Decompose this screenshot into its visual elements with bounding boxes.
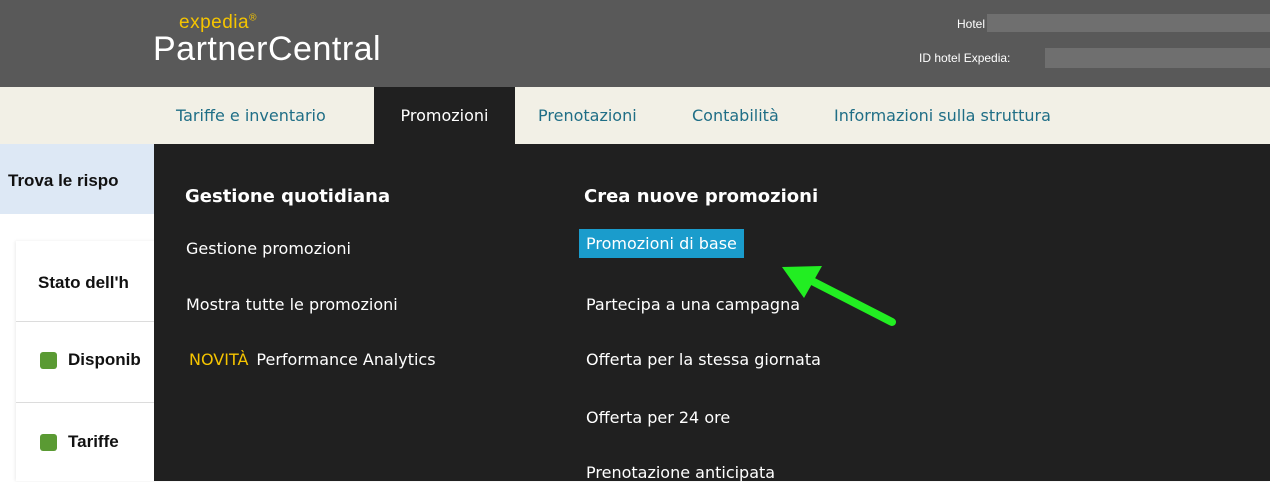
main-nav: Tariffe e inventario Promozioni Prenotaz…	[0, 87, 1270, 144]
hotel-id-label: ID hotel Expedia:	[919, 51, 1011, 65]
nav-tariffe-inventario[interactable]: Tariffe e inventario	[176, 87, 326, 144]
same-day-offer-link[interactable]: Offerta per la stessa giornata	[586, 350, 821, 369]
top-header: expedia® PartnerCentral Hotel ID hotel E…	[0, 0, 1270, 87]
create-promotions-heading: Crea nuove promozioni	[584, 186, 819, 207]
join-campaign-link[interactable]: Partecipa a una campagna	[586, 295, 800, 314]
redacted-hotel-name	[987, 14, 1270, 32]
performance-analytics-link[interactable]: NOVITÀ Performance Analytics	[189, 350, 436, 369]
nav-contabilita[interactable]: Contabilità	[692, 87, 779, 144]
nav-promozioni[interactable]: Promozioni	[374, 87, 515, 144]
show-all-promotions-link[interactable]: Mostra tutte le promozioni	[186, 295, 398, 314]
daily-management-heading: Gestione quotidiana	[185, 186, 391, 207]
hotel-name-label: Hotel	[957, 17, 986, 31]
new-badge: NOVITÀ	[189, 350, 249, 369]
promozioni-dropdown: Gestione quotidiana Gestione promozioni …	[154, 144, 1270, 482]
manage-promotions-link[interactable]: Gestione promozioni	[186, 239, 351, 258]
redacted-hotel-id	[1045, 48, 1270, 68]
nav-prenotazioni[interactable]: Prenotazioni	[538, 87, 637, 144]
24-hour-offer-link[interactable]: Offerta per 24 ore	[586, 408, 730, 427]
availability-row[interactable]: Disponib	[68, 350, 141, 370]
early-booking-link[interactable]: Prenotazione anticipata	[586, 463, 775, 482]
green-arrow-icon	[782, 266, 896, 326]
find-answers-text: Trova le rispo	[8, 171, 119, 190]
basic-promotions-link[interactable]: Promozioni di base	[579, 229, 744, 258]
rates-row[interactable]: Tariffe	[68, 432, 119, 452]
green-square-icon	[40, 352, 57, 369]
nav-informazioni-struttura[interactable]: Informazioni sulla struttura	[834, 87, 1051, 144]
partner-central-logo[interactable]: PartnerCentral	[153, 30, 381, 69]
hotel-status-heading: Stato dell'h	[38, 273, 129, 292]
green-square-icon	[40, 434, 57, 451]
